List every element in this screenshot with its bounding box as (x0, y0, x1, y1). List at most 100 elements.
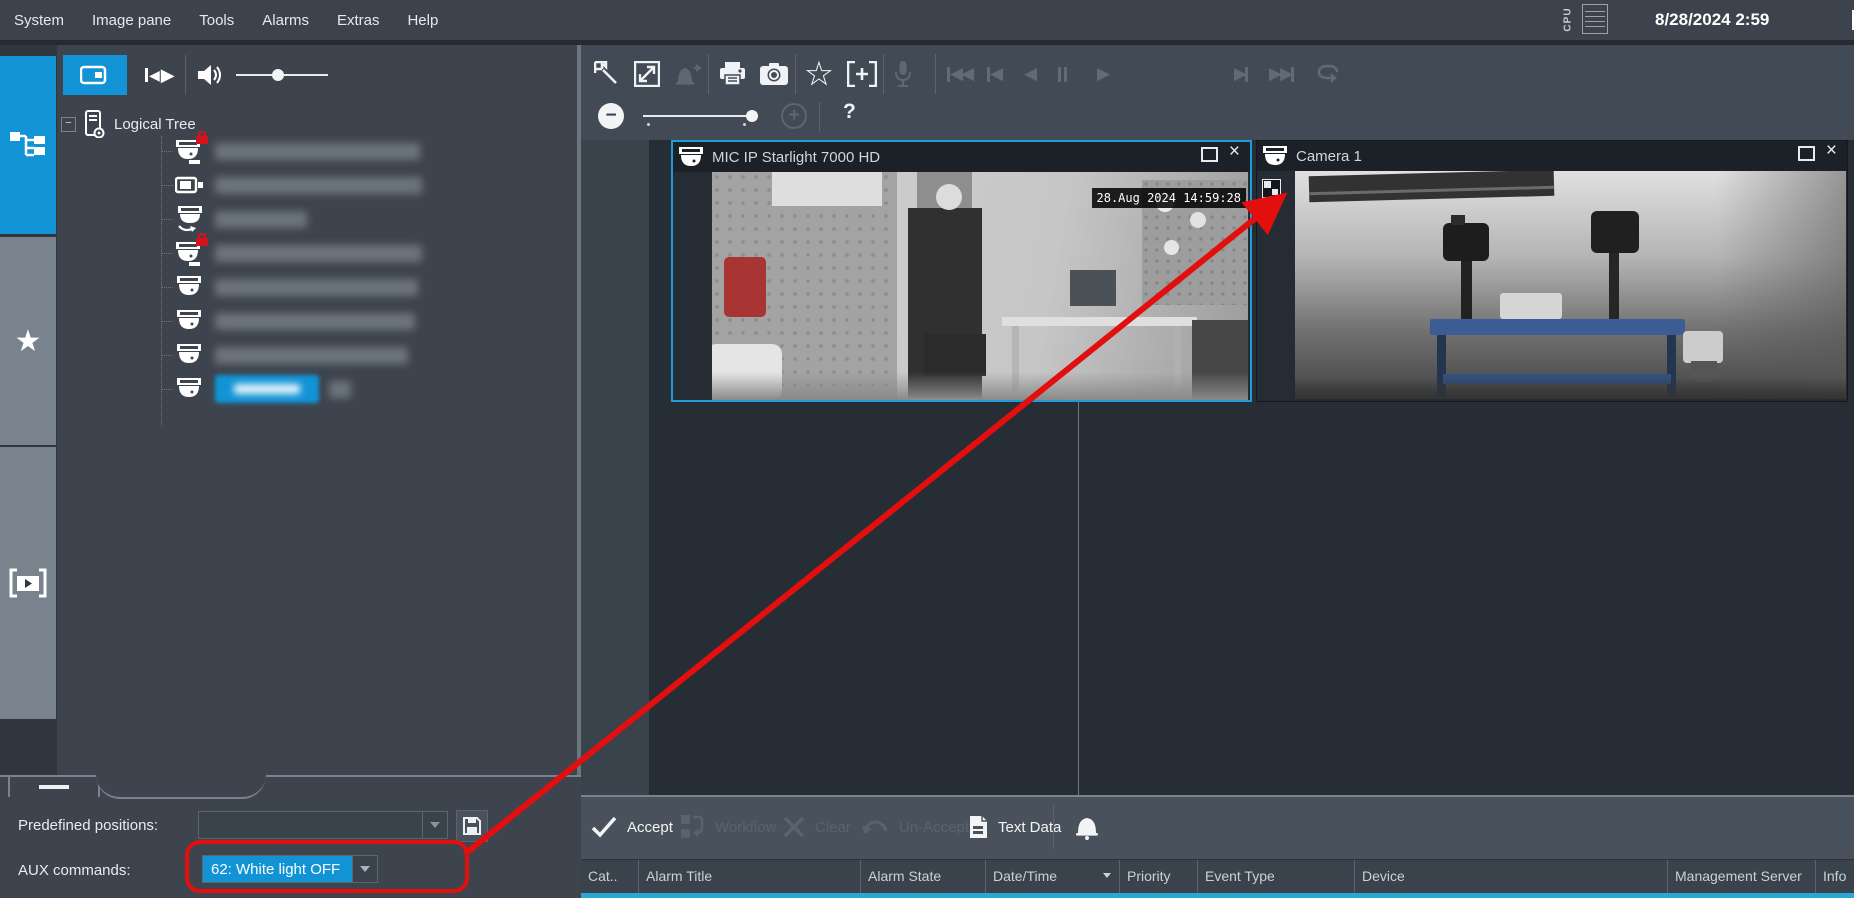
dome-camera-icon (175, 343, 205, 367)
selected-alarm-row[interactable] (581, 893, 1854, 898)
video-timestamp-overlay: 28.Aug 2024 14:59:28 (1092, 188, 1247, 208)
step-back-button[interactable]: ◀ (987, 56, 1001, 92)
tree-item-camera[interactable] (175, 168, 422, 202)
col-category[interactable]: Cat.. (581, 860, 639, 894)
alarm-bell-button[interactable] (1075, 809, 1099, 845)
tab-playback[interactable] (0, 447, 56, 719)
left-rail: ★ (0, 44, 57, 780)
digital-zoom-indicator-icon[interactable] (1262, 179, 1281, 198)
maximize-pane-icon[interactable] (1201, 147, 1218, 167)
menu-image-pane[interactable]: Image pane (92, 12, 171, 29)
image-pane-1[interactable]: MIC IP Starlight 7000 HD × (671, 140, 1252, 402)
menu-alarms[interactable]: Alarms (262, 12, 309, 29)
video-content (1609, 253, 1619, 321)
menu-extras[interactable]: Extras (337, 12, 380, 29)
redacted-camera-name (215, 143, 420, 160)
col-alarm-title[interactable]: Alarm Title (639, 860, 861, 894)
chevron-down-icon[interactable] (352, 856, 377, 882)
panel-notch (96, 775, 266, 799)
add-bookmark-button[interactable] (844, 56, 880, 92)
unaccept-alarm-button[interactable]: Un-Accept (861, 809, 969, 845)
save-position-button[interactable] (456, 810, 488, 842)
col-info[interactable]: Info (1816, 860, 1854, 894)
collapse-handle[interactable] (8, 775, 100, 797)
pane-select-button[interactable] (593, 56, 621, 92)
collapse-expander-icon[interactable]: − (61, 117, 76, 132)
video-content (1190, 212, 1206, 228)
add-bookmark-icon (847, 61, 877, 87)
clear-alarm-button[interactable]: Clear (783, 809, 851, 845)
menu-system[interactable]: System (14, 12, 64, 29)
video-content (1295, 377, 1846, 399)
skip-back-button[interactable]: ◀◀ (947, 56, 972, 92)
video-content (1591, 211, 1639, 253)
loop-playback-button[interactable] (1313, 56, 1343, 92)
live-video-button[interactable] (63, 55, 127, 95)
add-favorite-button[interactable]: ★ (802, 56, 836, 92)
close-pane-icon[interactable]: × (1826, 142, 1837, 160)
snapshot-button[interactable] (758, 56, 790, 92)
pane1-title-bar[interactable]: MIC IP Starlight 7000 HD × (673, 142, 1250, 172)
tree-item-camera-selected[interactable] (175, 372, 351, 406)
redacted-camera-name (215, 177, 422, 194)
favorites-star-icon: ★ (806, 57, 833, 92)
tree-item-camera[interactable] (175, 236, 422, 270)
zoom-in-button[interactable]: + (781, 103, 807, 129)
document-icon (969, 815, 988, 839)
tree-item-camera[interactable] (175, 338, 408, 372)
alarm-image-button[interactable] (673, 56, 703, 92)
chevron-down-icon[interactable] (422, 812, 447, 838)
zoom-out-button[interactable]: − (598, 103, 624, 129)
volume-knob[interactable] (272, 69, 284, 81)
play-button[interactable]: ▶ (1097, 56, 1108, 92)
col-event-type[interactable]: Event Type (1198, 860, 1355, 894)
print-button[interactable] (717, 56, 747, 92)
predefined-positions-dropdown[interactable] (198, 811, 448, 839)
accept-alarm-button[interactable]: Accept (591, 809, 673, 845)
zoom-slider[interactable] (643, 115, 758, 117)
step-back-icon: ◀ (987, 64, 1001, 84)
text-data-button[interactable]: Text Data (969, 809, 1061, 845)
skip-forward-icon: ▶▶ (1269, 64, 1294, 84)
server-icon (84, 110, 106, 138)
maximize-pane-icon[interactable] (1798, 146, 1815, 166)
pause-button[interactable] (1058, 56, 1067, 92)
image-pane-2[interactable]: Camera 1 × (1256, 140, 1848, 402)
speaker-icon[interactable] (196, 63, 224, 87)
camera-icon (80, 64, 110, 86)
step-forward-button[interactable]: ▶ (1234, 56, 1248, 92)
col-datetime[interactable]: Date/Time (986, 860, 1120, 894)
col-management-server[interactable]: Management Server (1668, 860, 1816, 894)
skip-back-icon: ◀◀ (947, 64, 972, 84)
pane2-video[interactable] (1295, 171, 1846, 399)
col-device[interactable]: Device (1355, 860, 1668, 894)
pane2-title-bar[interactable]: Camera 1 × (1257, 141, 1847, 171)
col-alarm-state[interactable]: Alarm State (861, 860, 986, 894)
volume-slider[interactable] (236, 74, 328, 76)
play-reverse-button[interactable]: ◀ (1024, 56, 1035, 92)
plus-icon: + (788, 105, 799, 127)
microphone-button[interactable] (890, 56, 916, 92)
menu-help[interactable]: Help (407, 12, 438, 29)
cpu-label: CPU (1562, 7, 1573, 31)
tab-favorites[interactable]: ★ (0, 237, 56, 445)
instant-playback-button[interactable]: ◀▶ (145, 65, 175, 86)
tree-item-camera[interactable] (175, 134, 420, 168)
pause-icon (1058, 67, 1067, 82)
toolbar-separator (1053, 805, 1054, 849)
workflow-button[interactable]: Workflow (679, 809, 776, 845)
col-priority[interactable]: Priority (1120, 860, 1198, 894)
zoom-slider-knob[interactable] (746, 110, 758, 122)
pane1-video[interactable]: 28.Aug 2024 14:59:28 (712, 172, 1248, 400)
skip-forward-button[interactable]: ▶▶ (1269, 56, 1294, 92)
aux-commands-dropdown[interactable]: 62: White light OFF (202, 855, 378, 883)
cpu-meter-icon (1582, 4, 1608, 34)
maximize-pane-button[interactable] (633, 56, 661, 92)
tree-item-camera[interactable] (175, 304, 415, 338)
help-button[interactable]: ? (843, 100, 856, 124)
tab-logical-tree[interactable] (0, 56, 56, 234)
menu-tools[interactable]: Tools (199, 12, 234, 29)
tree-item-camera[interactable] (175, 270, 418, 304)
tree-item-camera[interactable] (175, 202, 307, 236)
close-pane-icon[interactable]: × (1229, 143, 1240, 161)
